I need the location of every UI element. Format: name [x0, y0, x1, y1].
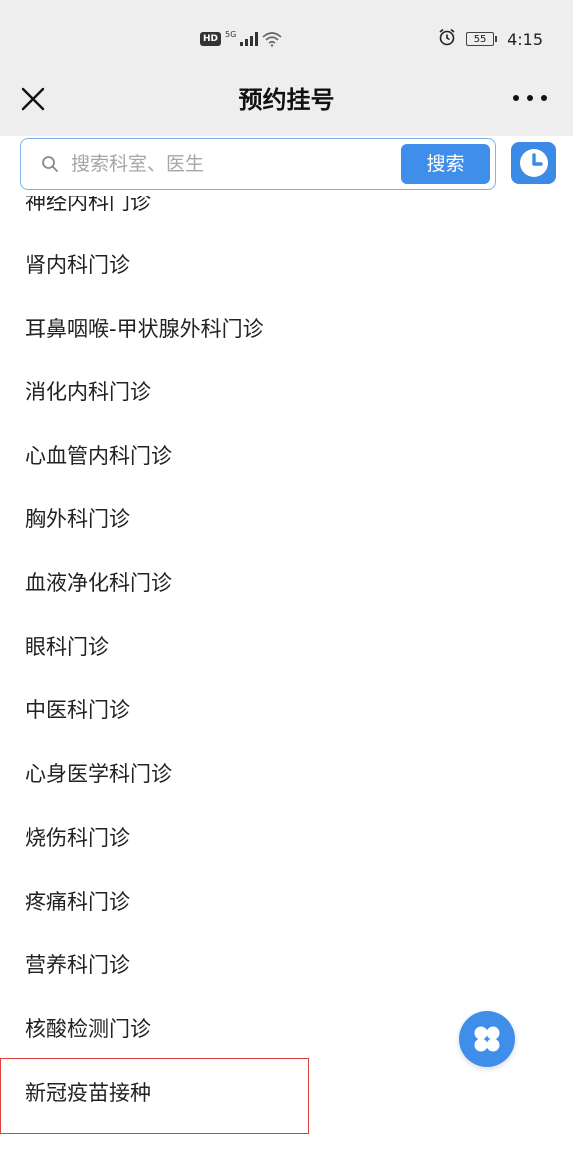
history-button[interactable] — [511, 142, 556, 184]
status-right: 55 4:15 — [438, 28, 543, 50]
title-bar: 预约挂号 — [0, 78, 573, 136]
hd-badge: HD — [200, 32, 222, 46]
department-item[interactable]: 烧伤科门诊 — [0, 806, 573, 870]
department-label: 营养科门诊 — [25, 953, 130, 977]
search-icon — [42, 156, 58, 172]
department-label: 心身医学科门诊 — [25, 762, 172, 786]
department-item[interactable]: 心身医学科门诊 — [0, 742, 573, 806]
department-label: 新冠疫苗接种 — [25, 1081, 151, 1105]
battery-level: 55 — [466, 32, 495, 46]
department-label: 消化内科门诊 — [25, 380, 151, 404]
department-item[interactable]: 眼科门诊 — [0, 615, 573, 679]
department-item[interactable]: 营养科门诊 — [0, 933, 573, 997]
department-item[interactable]: 血液净化科门诊 — [0, 551, 573, 615]
department-label: 眼科门诊 — [25, 635, 109, 659]
status-bar: HD 5G 55 4:15 — [0, 0, 573, 78]
signal-icon — [240, 32, 259, 46]
department-label: 神经内科门诊 — [25, 196, 151, 214]
clock-icon — [519, 149, 548, 177]
department-item[interactable]: 肾内科门诊 — [0, 233, 573, 297]
wifi-icon — [262, 31, 282, 47]
department-item[interactable]: 中医科门诊 — [0, 678, 573, 742]
battery-icon: 55 — [466, 32, 498, 46]
status-time: 4:15 — [507, 29, 543, 49]
search-box: 搜索 — [20, 138, 496, 190]
department-label: 胸外科门诊 — [25, 507, 130, 531]
grid-icon — [474, 1026, 500, 1052]
department-label: 心血管内科门诊 — [25, 444, 172, 468]
department-label: 烧伤科门诊 — [25, 826, 130, 850]
department-label: 核酸检测门诊 — [25, 1017, 151, 1041]
search-input[interactable] — [71, 147, 391, 181]
department-label: 血液净化科门诊 — [25, 571, 172, 595]
more-icon-dot — [541, 95, 547, 101]
search-button[interactable]: 搜索 — [401, 144, 490, 184]
department-item[interactable]: 疼痛科门诊 — [0, 870, 573, 934]
alarm-icon — [438, 28, 456, 50]
department-item[interactable]: 心血管内科门诊 — [0, 424, 573, 488]
page-title: 预约挂号 — [238, 86, 335, 114]
more-icon-dot — [513, 95, 519, 101]
department-item[interactable]: 胸外科门诊 — [0, 487, 573, 551]
more-icon-dot — [527, 95, 533, 101]
department-label: 耳鼻咽喉-甲状腺外科门诊 — [25, 317, 264, 341]
department-item[interactable]: 耳鼻咽喉-甲状腺外科门诊 — [0, 297, 573, 361]
network-type: 5G — [225, 29, 237, 39]
department-label: 疼痛科门诊 — [25, 890, 130, 914]
department-label: 中医科门诊 — [25, 698, 130, 722]
more-button[interactable] — [513, 88, 547, 108]
floating-menu-button[interactable] — [459, 1011, 515, 1067]
department-item-vaccine[interactable]: 新冠疫苗接种 — [0, 1061, 573, 1125]
search-bar: 搜索 — [0, 136, 573, 196]
department-item[interactable]: 消化内科门诊 — [0, 360, 573, 424]
department-label: 肾内科门诊 — [25, 253, 130, 277]
status-indicators: HD 5G — [200, 28, 282, 50]
